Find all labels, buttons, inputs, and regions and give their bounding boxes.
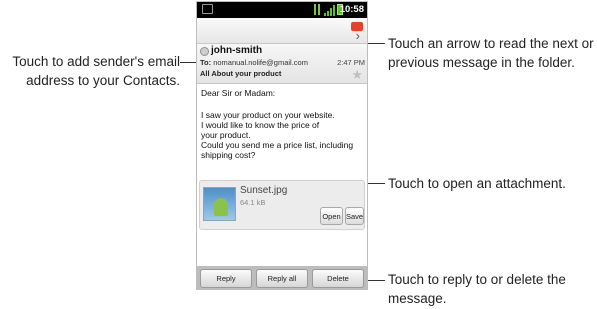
body-line: I would like to know the price of xyxy=(201,120,320,130)
signal-icon xyxy=(324,5,335,16)
to-label: To: xyxy=(200,58,212,67)
callout-reply-line2: message. xyxy=(388,291,447,306)
attachment-name: Sunset.jpg xyxy=(240,185,288,196)
status-bar: 10:58 xyxy=(197,2,367,18)
message-subject: All About your product xyxy=(200,69,282,78)
notification-icon[interactable] xyxy=(202,4,213,14)
sender-name: john-smith xyxy=(211,45,263,56)
usb-icon xyxy=(314,4,320,15)
callout-reply: Touch to reply to or delete the message. xyxy=(388,270,596,308)
message-action-bar: Reply Reply all Delete xyxy=(197,266,367,289)
phone-screen: 10:58 › john-smith To: nomanual.nolife@g… xyxy=(196,1,368,290)
message-body: Dear Sir or Madam: I saw your product on… xyxy=(197,84,367,264)
callout-arrow: Touch an arrow to read the next or previ… xyxy=(388,34,596,72)
body-line: I saw your product on your website. xyxy=(201,110,335,120)
save-attachment-button[interactable]: Save xyxy=(345,207,364,225)
message-header: john-smith To: nomanual.nolife@gmail.com… xyxy=(197,44,367,84)
reply-all-button[interactable]: Reply all xyxy=(256,269,308,288)
leader-line-arrow xyxy=(366,43,385,44)
status-time: 10:58 xyxy=(339,4,364,15)
callout-arrow-line2: previous message in the folder. xyxy=(388,55,575,70)
callout-add-contact-line1: Touch to add sender's email xyxy=(12,54,180,69)
body-line: Dear Sir or Madam: xyxy=(201,88,276,98)
attachment-card: Sunset.jpg 64.1 kB Open Save xyxy=(199,180,365,230)
body-line: shipping cost? xyxy=(201,150,256,160)
open-attachment-button[interactable]: Open xyxy=(320,207,343,225)
delete-button[interactable]: Delete xyxy=(312,269,364,288)
body-line: Could you send me a price list, includin… xyxy=(201,140,354,150)
recipient-line: To: nomanual.nolife@gmail.com xyxy=(200,58,308,67)
callout-add-contact-line2: address to your Contacts. xyxy=(26,73,180,88)
body-line: your product. xyxy=(201,130,251,140)
add-contact-icon[interactable] xyxy=(200,47,209,56)
message-toolbar: › xyxy=(197,18,367,44)
attachment-thumbnail xyxy=(203,187,236,221)
callout-attachment: Touch to open an attachment. xyxy=(388,176,566,191)
callout-reply-line1: Touch to reply to or delete the xyxy=(388,272,566,287)
leader-line-reply xyxy=(366,280,385,281)
star-icon[interactable]: ★ xyxy=(351,68,363,81)
recipient-address: nomanual.nolife@gmail.com xyxy=(213,58,308,67)
callout-add-contact: Touch to add sender's email address to y… xyxy=(4,52,180,90)
attachment-size: 64.1 kB xyxy=(240,198,266,207)
callout-arrow-line1: Touch an arrow to read the next or xyxy=(388,36,594,51)
next-message-arrow-icon[interactable]: › xyxy=(356,29,360,42)
reply-button[interactable]: Reply xyxy=(200,269,252,288)
message-time: 2:47 PM xyxy=(337,58,365,67)
android-icon xyxy=(214,198,228,216)
